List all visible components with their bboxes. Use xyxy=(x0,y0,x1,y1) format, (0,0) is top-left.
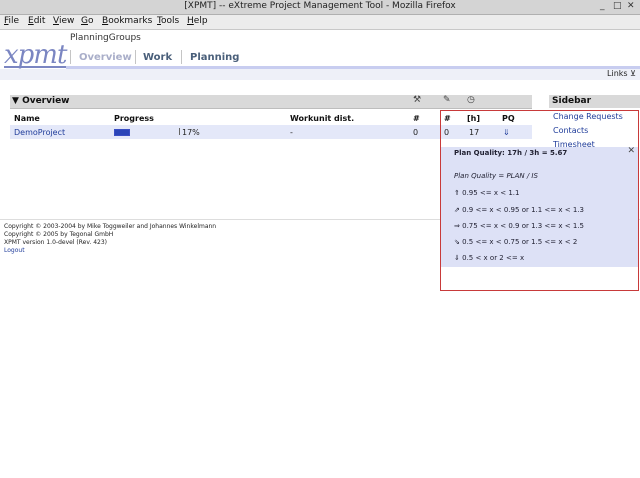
overview-title: ▼ Overview xyxy=(12,96,70,106)
popup-title: Plan Quality: 17h / 3h = 5.67 xyxy=(454,149,568,157)
menu-file[interactable]: File xyxy=(4,16,19,26)
menu-bookmarks[interactable]: Bookmarks xyxy=(102,16,152,26)
arrow-up-icon: ⇑ xyxy=(454,189,460,197)
arrow-down-icon: ⇓ xyxy=(454,254,460,262)
logout-link[interactable]: Logout xyxy=(4,247,25,254)
menu-bar: File Edit View Go Bookmarks Tools Help xyxy=(0,15,640,30)
arrow-right-icon: ⇒ xyxy=(454,222,460,230)
logo-underline xyxy=(4,66,66,68)
tab-overview[interactable]: Overview xyxy=(79,52,132,63)
triangle-down-icon: ▼ xyxy=(12,96,19,106)
tab-planning[interactable]: Planning xyxy=(190,52,239,63)
workunit-value: - xyxy=(290,128,293,137)
links-toggle[interactable]: Links ⊻ xyxy=(607,69,636,78)
col-count-1: # xyxy=(413,114,420,123)
group-name: PlanningGroups xyxy=(70,33,141,43)
overview-header[interactable]: ▼ Overview xyxy=(10,95,532,109)
arrow-up-right-icon: ⇗ xyxy=(454,206,460,214)
tools-icon: ⚒ xyxy=(413,95,422,105)
menu-go[interactable]: Go xyxy=(81,16,94,26)
window-title: [XPMT] -- eXtreme Project Management Too… xyxy=(184,1,456,11)
menu-edit[interactable]: Edit xyxy=(28,16,45,26)
menu-tools[interactable]: Tools xyxy=(157,16,179,26)
nav-separator xyxy=(181,50,182,64)
project-link[interactable]: DemoProject xyxy=(14,128,65,137)
popup-formula: Plan Quality = PLAN / IS xyxy=(454,172,538,180)
col-workunit: Workunit dist. xyxy=(290,114,355,123)
clock-icon: ◷ xyxy=(467,95,475,105)
sidebar-title: Sidebar xyxy=(552,96,592,106)
maximize-button[interactable]: □ xyxy=(613,1,622,11)
progress-end-tick xyxy=(179,128,180,135)
window-titlebar: [XPMT] -- eXtreme Project Management Too… xyxy=(0,0,640,15)
minimize-button[interactable]: _ xyxy=(600,1,605,11)
copyright-line-2: Copyright © 2005 by Tegonal GmbH xyxy=(4,231,114,238)
range-line: ⇘ 0.5 <= x < 0.75 or 1.5 <= x < 2 xyxy=(454,238,578,246)
range-line: ⇑ 0.95 <= x < 1.1 xyxy=(454,189,520,197)
nav-separator xyxy=(70,50,71,64)
arrow-down-right-icon: ⇘ xyxy=(454,238,460,246)
menu-view[interactable]: View xyxy=(53,16,74,26)
range-line: ⇗ 0.9 <= x < 0.95 or 1.1 <= x < 1.3 xyxy=(454,206,584,214)
close-window-button[interactable]: ✕ xyxy=(627,1,635,11)
plan-quality-popup: ✕ Plan Quality: 17h / 3h = 5.67 Plan Qua… xyxy=(441,146,638,267)
links-bar: Links ⊻ xyxy=(0,69,640,80)
range-line: ⇓ 0.5 < x or 2 <= x xyxy=(454,254,525,262)
menu-help[interactable]: Help xyxy=(187,16,208,26)
chevron-down-icon: ⊻ xyxy=(630,69,636,78)
col-progress: Progress xyxy=(114,114,154,123)
pin-icon: ✎ xyxy=(443,95,451,105)
tab-work[interactable]: Work xyxy=(143,52,172,63)
version-text: XPMT version 1.0-devel (Rev. 423) xyxy=(4,239,108,246)
nav-separator xyxy=(135,50,136,64)
popup-close-icon[interactable]: ✕ xyxy=(627,146,635,156)
col-name: Name xyxy=(14,114,40,123)
progress-value: 17% xyxy=(182,128,200,137)
count-1-value: 0 xyxy=(413,128,419,137)
sidebar-header: Sidebar xyxy=(549,95,640,108)
copyright-line-1: Copyright © 2003-2004 by Mike Toggweiler… xyxy=(4,223,217,230)
progress-bar xyxy=(114,129,130,136)
range-line: ⇒ 0.75 <= x < 0.9 or 1.3 <= x < 1.5 xyxy=(454,222,584,230)
